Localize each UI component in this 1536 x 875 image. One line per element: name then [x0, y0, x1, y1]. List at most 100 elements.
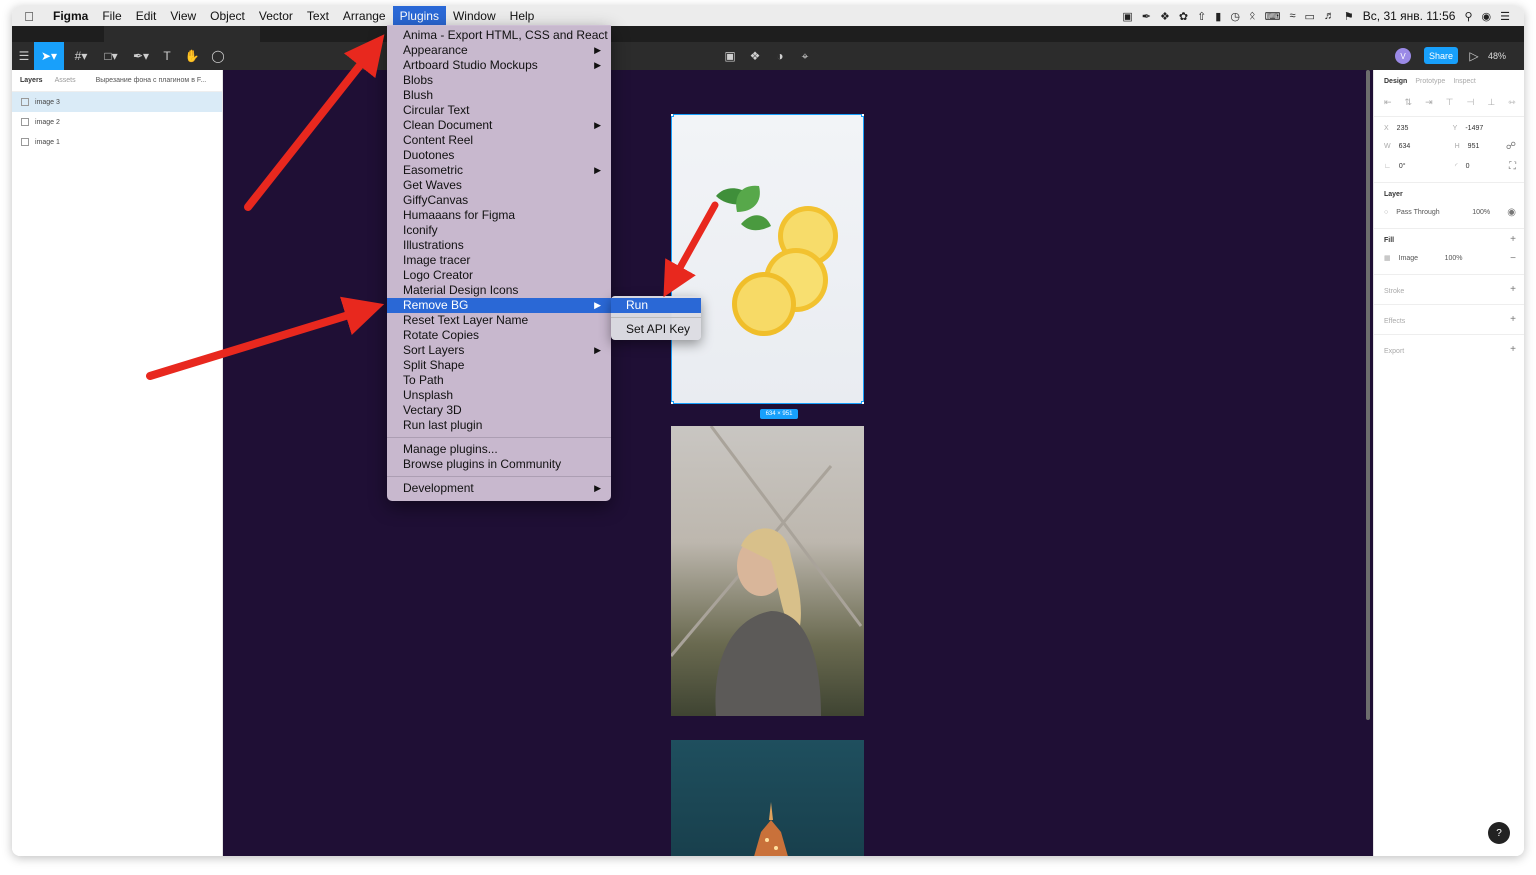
menu-arrange[interactable]: Arrange	[336, 6, 393, 26]
menu-item-plugin[interactable]: To Path	[387, 373, 611, 388]
zoom-level[interactable]: 48%	[1488, 42, 1506, 70]
component-icon[interactable]: ❖	[745, 42, 765, 70]
tab-prototype[interactable]: Prototype	[1415, 78, 1445, 85]
clock[interactable]: Вс, 31 янв. 11:56	[1363, 9, 1456, 23]
resize-handle[interactable]	[861, 401, 864, 404]
y-field[interactable]: -1497	[1465, 125, 1521, 132]
share-button[interactable]: Share	[1424, 47, 1458, 64]
menu-item-plugin[interactable]: Reset Text Layer Name	[387, 313, 611, 328]
independent-corners-icon[interactable]: ⛶	[1509, 161, 1516, 172]
align-middle-icon[interactable]: ⊣	[1466, 97, 1474, 108]
menu-object[interactable]: Object	[203, 6, 252, 26]
add-fill-icon[interactable]: +	[1510, 234, 1516, 245]
eye-icon[interactable]: ◉	[1507, 207, 1516, 218]
constrain-proportions-icon[interactable]: ☍	[1506, 141, 1516, 152]
menu-item-plugin[interactable]: Run last plugin	[387, 418, 611, 433]
fill-type[interactable]: Image	[1399, 255, 1445, 262]
resize-handle[interactable]	[861, 114, 864, 117]
menu-item-run[interactable]: Run	[611, 298, 701, 313]
align-right-icon[interactable]: ⇥	[1425, 97, 1433, 108]
tab-assets[interactable]: Assets	[55, 77, 76, 84]
layer-row[interactable]: image 2	[12, 112, 222, 132]
menu-item-plugin[interactable]: Material Design Icons	[387, 283, 611, 298]
blend-mode-select[interactable]: Pass Through	[1396, 209, 1472, 216]
hand-tool-icon[interactable]: ✋	[182, 42, 202, 70]
leaf-icon[interactable]: ✿	[1179, 10, 1188, 23]
menu-item-plugin[interactable]: Circular Text	[387, 103, 611, 118]
menu-view[interactable]: View	[163, 6, 203, 26]
menu-item-plugin[interactable]: Get Waves	[387, 178, 611, 193]
x-field[interactable]: 235	[1397, 125, 1453, 132]
resize-handle[interactable]	[671, 114, 674, 117]
present-play-icon[interactable]: ▷	[1466, 42, 1482, 70]
menu-item-plugin[interactable]: Content Reel	[387, 133, 611, 148]
menu-item-browse-plugins[interactable]: Browse plugins in Community	[387, 457, 611, 472]
menu-item-plugin[interactable]: Sort Layers ▶	[387, 343, 611, 358]
menu-item-plugin[interactable]: GiffyCanvas	[387, 193, 611, 208]
menu-text[interactable]: Text	[300, 6, 336, 26]
menu-app-name[interactable]: Figma	[46, 6, 95, 26]
menu-item-manage-plugins[interactable]: Manage plugins...	[387, 442, 611, 457]
menu-window[interactable]: Window	[446, 6, 503, 26]
menu-help[interactable]: Help	[503, 6, 542, 26]
menu-item-plugin[interactable]: Humaaans for Figma	[387, 208, 611, 223]
help-button[interactable]: ?	[1488, 822, 1510, 844]
tab-inspect[interactable]: Inspect	[1453, 78, 1476, 85]
menu-item-plugin[interactable]: Illustrations	[387, 238, 611, 253]
pen-tool-icon[interactable]: ✒▾	[128, 42, 154, 70]
menu-item-plugin[interactable]: Image tracer	[387, 253, 611, 268]
user-icon[interactable]: ◉	[1482, 10, 1492, 23]
menu-item-plugin[interactable]: Artboard Studio Mockups ▶	[387, 58, 611, 73]
image-lemons[interactable]	[671, 114, 864, 404]
add-stroke-icon[interactable]: +	[1510, 284, 1516, 295]
crop-frame-icon[interactable]: ▣	[720, 42, 740, 70]
frame-tool-icon[interactable]: #▾	[68, 42, 94, 70]
screen-record-icon[interactable]: ▣	[1122, 10, 1132, 23]
menu-item-plugin[interactable]: Clean Document ▶	[387, 118, 611, 133]
text-tool-icon[interactable]: T	[158, 42, 176, 70]
menu-item-plugin[interactable]: Remove BG ▶	[387, 298, 611, 313]
layer-row[interactable]: image 1	[12, 132, 222, 152]
volume-icon[interactable]: ♬	[1324, 10, 1335, 22]
upload-icon[interactable]: ⇧	[1197, 10, 1206, 23]
page-selector[interactable]: Вырезание фона с плагином в F...	[96, 77, 207, 84]
remove-fill-icon[interactable]: −	[1510, 253, 1516, 264]
avatar[interactable]: V	[1395, 48, 1411, 64]
shape-tool-icon[interactable]: □▾	[98, 42, 124, 70]
menu-file[interactable]: File	[95, 6, 128, 26]
w-field[interactable]: 634	[1399, 143, 1455, 150]
add-export-icon[interactable]: +	[1510, 344, 1516, 355]
wifi-icon[interactable]: ≈	[1289, 10, 1295, 22]
dropbox-icon[interactable]: ❖	[1160, 10, 1170, 23]
menu-plugins[interactable]: Plugins	[392, 6, 446, 26]
menu-edit[interactable]: Edit	[129, 6, 164, 26]
file-tab[interactable]	[104, 26, 260, 42]
menu-item-plugin[interactable]: Duotones	[387, 148, 611, 163]
menu-item-plugin[interactable]: Anima - Export HTML, CSS and React	[387, 28, 611, 43]
align-top-icon[interactable]: ⊤	[1446, 97, 1454, 108]
airplay-icon[interactable]: ▭	[1305, 10, 1315, 23]
list-icon[interactable]: ☰	[1500, 10, 1510, 23]
menu-item-plugin[interactable]: Vectary 3D	[387, 403, 611, 418]
align-left-icon[interactable]: ⇤	[1384, 97, 1392, 108]
image-city[interactable]	[671, 740, 864, 856]
move-tool-icon[interactable]: ➤▾	[34, 42, 64, 70]
battery-icon[interactable]: ▮	[1215, 10, 1221, 23]
bluetooth-icon[interactable]: ᛟ	[1249, 10, 1256, 22]
comment-tool-icon[interactable]: ◯	[208, 42, 228, 70]
apple-icon[interactable]: 	[12, 9, 46, 24]
menu-item-plugin[interactable]: Appearance ▶	[387, 43, 611, 58]
distribute-icon[interactable]: ⇿	[1508, 97, 1516, 108]
pen-icon[interactable]: ✒	[1142, 10, 1151, 23]
layer-row[interactable]: image 3	[12, 92, 222, 112]
menu-item-plugin[interactable]: Easometric ▶	[387, 163, 611, 178]
menu-item-plugin[interactable]: Rotate Copies	[387, 328, 611, 343]
canvas-scrollbar[interactable]	[1366, 70, 1370, 720]
tab-layers[interactable]: Layers	[20, 77, 43, 84]
align-bottom-icon[interactable]: ⊥	[1487, 97, 1495, 108]
menu-item-set-api-key[interactable]: Set API Key	[611, 322, 701, 337]
menu-item-plugin[interactable]: Iconify	[387, 223, 611, 238]
crop-icon[interactable]: ⌖	[795, 42, 815, 70]
tab-design[interactable]: Design	[1384, 78, 1407, 85]
image-fill-swatch-icon[interactable]: ▦	[1384, 254, 1391, 262]
